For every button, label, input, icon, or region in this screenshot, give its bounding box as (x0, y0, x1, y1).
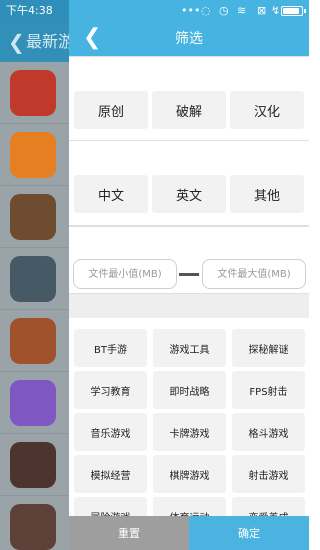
game-thumbnail (10, 194, 56, 240)
option-cracked[interactable]: 破解 (152, 91, 226, 129)
file-size-section (69, 226, 309, 294)
option-chinese[interactable]: 中文 (74, 175, 148, 213)
game-type-button[interactable]: FPS射击 (232, 371, 305, 409)
option-other[interactable]: 其他 (230, 175, 304, 213)
alarm-icon: ◷ (219, 4, 229, 17)
game-thumbnail (10, 132, 56, 178)
game-type-grid: BT手游 游戏工具 探秘解谜学习教育 即时战略 FPS射击音乐游戏 卡牌游戏 格斗游戏模拟经… (74, 329, 305, 535)
battery-icon (281, 6, 303, 16)
game-thumbnail (10, 380, 56, 426)
background-list-item (0, 372, 70, 434)
background-title: 最新游 (26, 32, 70, 51)
back-icon[interactable]: ❮ (83, 26, 101, 50)
background-list-item (0, 248, 70, 310)
game-thumbnail (10, 504, 56, 550)
sync-icon: ◌ (201, 4, 211, 17)
background-list-item (0, 310, 70, 372)
status-bar: ••• ◌ ◷ ≋ ⊠ ↯ (69, 0, 309, 22)
game-type-button[interactable]: 音乐游戏 (74, 413, 147, 451)
game-thumbnail (10, 442, 56, 488)
background-list-item (0, 434, 70, 496)
game-type-button[interactable]: 学习教育 (74, 371, 147, 409)
game-type-button[interactable]: 游戏工具 (153, 329, 226, 367)
language-options: 中文 英文 其他 (74, 175, 304, 213)
background-list-item (0, 62, 70, 124)
origin-options: 原创 破解 汉化 (74, 91, 304, 129)
game-type-button[interactable]: 模拟经营 (74, 455, 147, 493)
game-type-button[interactable]: 射击游戏 (232, 455, 305, 493)
option-localized[interactable]: 汉化 (230, 91, 304, 129)
max-size-input[interactable] (202, 259, 306, 289)
more-dots-icon: ••• (181, 4, 201, 17)
confirm-button[interactable]: 确定 (189, 516, 309, 550)
min-size-input[interactable] (73, 259, 177, 289)
game-type-button[interactable]: 格斗游戏 (232, 413, 305, 451)
background-back-icon: ❮ (8, 30, 25, 54)
background-list-item (0, 186, 70, 248)
option-english[interactable]: 英文 (152, 175, 226, 213)
status-time: 下午4:38 (0, 0, 70, 22)
game-type-button[interactable]: 探秘解谜 (232, 329, 305, 367)
filter-drawer: ••• ◌ ◷ ≋ ⊠ ↯ 筛选 ❮ 原创 破解 汉化 中文 英文 其他 BT手 (69, 0, 309, 550)
reset-button[interactable]: 重置 (69, 516, 189, 550)
page-title: 筛选 (175, 31, 203, 47)
option-original[interactable]: 原创 (74, 91, 148, 129)
drawer-header: 筛选 ❮ (69, 22, 309, 56)
background-list-item (0, 496, 70, 550)
sim-icon: ⊠ (257, 4, 267, 17)
game-thumbnail (10, 318, 56, 364)
game-thumbnail (10, 256, 56, 302)
wifi-icon: ≋ (237, 4, 247, 17)
language-section: 中文 英文 其他 (69, 140, 309, 226)
game-thumbnail (10, 70, 56, 116)
charging-icon: ↯ (271, 4, 281, 17)
game-type-button[interactable]: 即时战略 (153, 371, 226, 409)
game-type-button[interactable]: 卡牌游戏 (153, 413, 226, 451)
game-type-section: BT手游 游戏工具 探秘解谜学习教育 即时战略 FPS射击音乐游戏 卡牌游戏 格斗游戏模拟经… (69, 318, 309, 535)
battery-level (283, 8, 299, 14)
game-type-button[interactable]: BT手游 (74, 329, 147, 367)
bottom-action-bar: 重置 确定 (69, 516, 309, 550)
range-dash (179, 273, 199, 276)
background-list-item (0, 124, 70, 186)
game-type-button[interactable]: 棋牌游戏 (153, 455, 226, 493)
origin-section: 原创 破解 汉化 (69, 56, 309, 142)
